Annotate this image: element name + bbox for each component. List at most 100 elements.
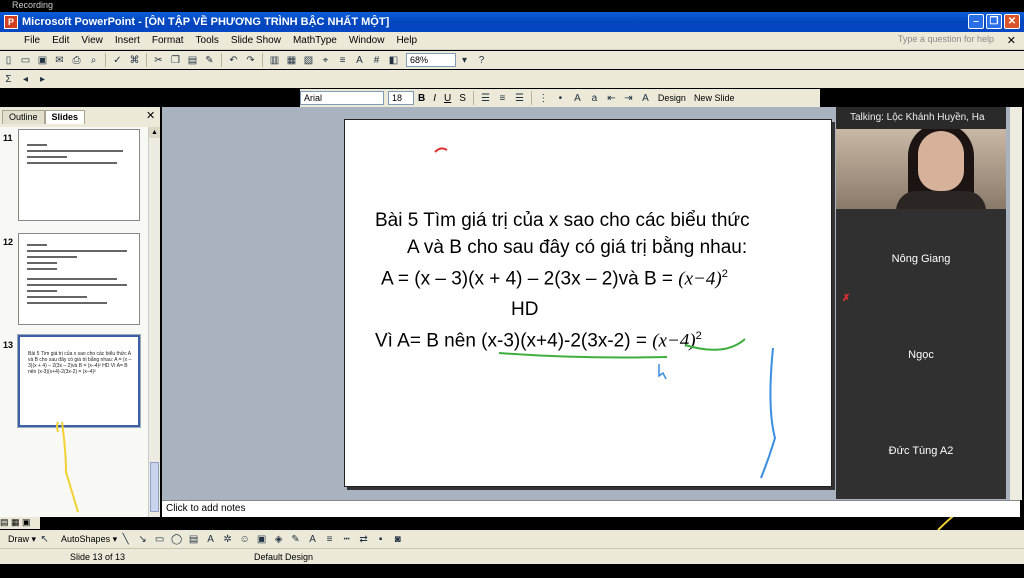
decrease-indent-icon[interactable]: ⇤ bbox=[604, 91, 619, 105]
menu-mathtype[interactable]: MathType bbox=[287, 35, 343, 46]
3d-style-icon[interactable]: ◙ bbox=[390, 532, 405, 546]
tab-slides[interactable]: Slides bbox=[44, 110, 86, 124]
notes-pane[interactable]: Click to add notes bbox=[162, 500, 1020, 517]
slide-thumbnail-12[interactable] bbox=[18, 233, 140, 325]
copy-icon[interactable]: ❐ bbox=[168, 53, 183, 67]
autoshapes-button[interactable]: AutoShapes ▾ bbox=[61, 534, 117, 545]
align-right-icon[interactable]: ☰ bbox=[512, 91, 527, 105]
tables-borders-icon[interactable]: ▧ bbox=[301, 53, 316, 67]
fill-color-icon[interactable]: ◈ bbox=[271, 532, 286, 546]
slide-scrollbar[interactable] bbox=[1010, 107, 1022, 500]
slide-thumbnail-11[interactable] bbox=[18, 129, 140, 221]
picture-icon[interactable]: ▣ bbox=[254, 532, 269, 546]
print-preview-icon[interactable]: ⌕ bbox=[86, 53, 101, 67]
new-slide-button[interactable]: New Slide bbox=[694, 93, 735, 103]
menu-view[interactable]: View bbox=[75, 35, 109, 46]
numbering-icon[interactable]: ⋮ bbox=[536, 91, 551, 105]
line-color-icon[interactable]: ✎ bbox=[288, 532, 303, 546]
cut-icon[interactable]: ✂ bbox=[151, 53, 166, 67]
participant-tile[interactable]: Ngọc bbox=[836, 349, 1006, 361]
paste-icon[interactable]: ▤ bbox=[185, 53, 200, 67]
grid-icon[interactable]: # bbox=[369, 53, 384, 67]
sigma-icon[interactable]: Σ bbox=[1, 72, 16, 86]
align-center-icon[interactable]: ≡ bbox=[495, 91, 510, 105]
scroll-up-icon[interactable]: ▲ bbox=[149, 127, 160, 138]
bold-button[interactable]: B bbox=[418, 93, 425, 104]
participant-tile[interactable]: Đức Tùng A2 bbox=[836, 445, 1006, 457]
font-color-icon[interactable]: A bbox=[638, 91, 653, 105]
view-buttons[interactable]: ▤ ▦ ▣ bbox=[0, 517, 40, 529]
select-objects-icon[interactable]: ↖ bbox=[37, 532, 52, 546]
shadow-style-icon[interactable]: ▪ bbox=[373, 532, 388, 546]
menu-edit[interactable]: Edit bbox=[46, 35, 75, 46]
slides-panel: Outline Slides ✕ 11 12 13 Bài 5 Tìm giá … bbox=[0, 107, 160, 517]
menu-format[interactable]: Format bbox=[146, 35, 190, 46]
spelling-icon[interactable]: ✓ bbox=[110, 53, 125, 67]
show-formatting-icon[interactable]: A bbox=[352, 53, 367, 67]
tab-outline[interactable]: Outline bbox=[2, 110, 45, 124]
save-icon[interactable]: ▣ bbox=[35, 53, 50, 67]
draw-menu-button[interactable]: Draw ▾ bbox=[8, 534, 36, 545]
font-size-select[interactable]: 18 bbox=[388, 91, 414, 105]
zoom-select[interactable]: 68% bbox=[406, 53, 456, 67]
chevron-down-icon[interactable]: ▾ bbox=[457, 53, 472, 67]
redo-icon[interactable]: ↷ bbox=[243, 53, 258, 67]
new-icon[interactable]: ▯ bbox=[1, 53, 16, 67]
wordart-icon[interactable]: A bbox=[203, 532, 218, 546]
dash-style-icon[interactable]: ┅ bbox=[339, 532, 354, 546]
forward-arrow-icon[interactable]: ▸ bbox=[35, 72, 50, 86]
participant-tile[interactable]: Nông Giang bbox=[836, 253, 1006, 265]
research-icon[interactable]: ⌘ bbox=[127, 53, 142, 67]
rectangle-icon[interactable]: ▭ bbox=[152, 532, 167, 546]
slide-thumbnail-13[interactable]: Bài 5 Tìm giá trị của x sao cho các biểu… bbox=[17, 334, 141, 428]
format-painter-icon[interactable]: ✎ bbox=[202, 53, 217, 67]
menu-window[interactable]: Window bbox=[343, 35, 391, 46]
line-icon[interactable]: ╲ bbox=[118, 532, 133, 546]
restore-icon[interactable]: ❐ bbox=[986, 14, 1002, 29]
line-style-icon[interactable]: ≡ bbox=[322, 532, 337, 546]
open-icon[interactable]: ▭ bbox=[18, 53, 33, 67]
menu-slide-show[interactable]: Slide Show bbox=[225, 35, 287, 46]
underline-button[interactable]: U bbox=[444, 93, 451, 104]
italic-button[interactable]: I bbox=[433, 93, 436, 104]
insert-table-icon[interactable]: ▦ bbox=[284, 53, 299, 67]
menu-insert[interactable]: Insert bbox=[109, 35, 146, 46]
design-button[interactable]: Design bbox=[658, 93, 686, 103]
font-select[interactable]: Arial bbox=[300, 91, 384, 105]
expand-all-icon[interactable]: ≡ bbox=[335, 53, 350, 67]
help-icon[interactable]: ? bbox=[474, 53, 489, 67]
close-icon[interactable]: ✕ bbox=[1004, 14, 1020, 29]
close-icon[interactable]: ✕ bbox=[146, 109, 155, 122]
undo-icon[interactable]: ↶ bbox=[226, 53, 241, 67]
slides-panel-scrollbar[interactable]: ▲ bbox=[148, 127, 160, 517]
color-grayscale-icon[interactable]: ◧ bbox=[386, 53, 401, 67]
diagram-icon[interactable]: ✲ bbox=[220, 532, 235, 546]
ask-question-input[interactable]: Type a question for help bbox=[898, 34, 994, 44]
menu-help[interactable]: Help bbox=[390, 35, 423, 46]
standard-toolbar: ▯ ▭ ▣ ✉ ⎙ ⌕ ✓ ⌘ ✂ ❐ ▤ ✎ ↶ ↷ ▥ ▦ ▧ ⌖ ≡ A … bbox=[0, 51, 1024, 69]
oval-icon[interactable]: ◯ bbox=[169, 532, 184, 546]
increase-indent-icon[interactable]: ⇥ bbox=[621, 91, 636, 105]
insert-chart-icon[interactable]: ▥ bbox=[267, 53, 282, 67]
shadow-button[interactable]: S bbox=[459, 93, 466, 104]
permission-icon[interactable]: ✉ bbox=[52, 53, 67, 67]
menu-tools[interactable]: Tools bbox=[190, 35, 225, 46]
close-document-icon[interactable]: ✕ bbox=[1007, 34, 1016, 47]
align-left-icon[interactable]: ☰ bbox=[478, 91, 493, 105]
print-icon[interactable]: ⎙ bbox=[69, 53, 84, 67]
decrease-font-icon[interactable]: a bbox=[587, 91, 602, 105]
scrollbar-thumb[interactable] bbox=[150, 462, 159, 512]
minimize-icon[interactable]: – bbox=[968, 14, 984, 29]
menu-file[interactable]: File bbox=[18, 35, 46, 46]
bullets-icon[interactable]: • bbox=[553, 91, 568, 105]
arrow-style-icon[interactable]: ⇄ bbox=[356, 532, 371, 546]
insert-hyperlink-icon[interactable]: ⌖ bbox=[318, 53, 333, 67]
current-slide[interactable]: Bài 5 Tìm giá trị của x sao cho các biểu… bbox=[344, 119, 832, 487]
font-color-icon[interactable]: A bbox=[305, 532, 320, 546]
clip-art-icon[interactable]: ☺ bbox=[237, 532, 252, 546]
back-arrow-icon[interactable]: ◂ bbox=[18, 72, 33, 86]
increase-font-icon[interactable]: A bbox=[570, 91, 585, 105]
pen-annotations bbox=[434, 147, 777, 479]
text-box-icon[interactable]: ▤ bbox=[186, 532, 201, 546]
arrow-icon[interactable]: ↘ bbox=[135, 532, 150, 546]
